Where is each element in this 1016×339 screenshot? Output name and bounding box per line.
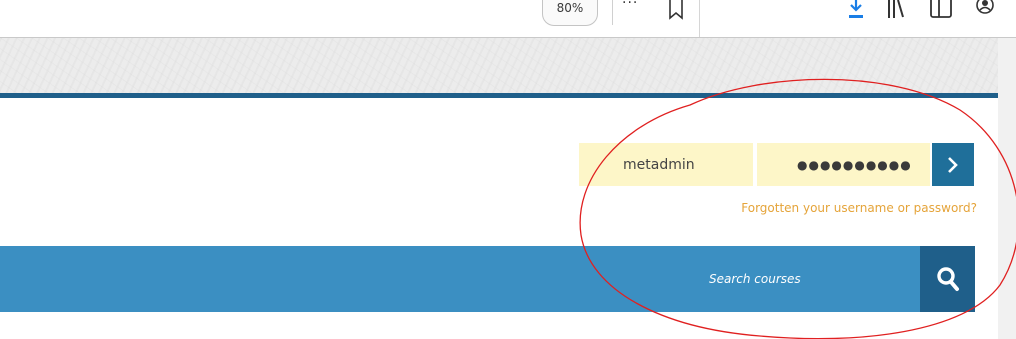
header-rule	[0, 93, 998, 98]
zoom-level-label: 80%	[556, 1, 584, 15]
search-bar	[0, 246, 975, 312]
account-icon[interactable]	[975, 0, 995, 20]
download-icon[interactable]	[848, 0, 864, 20]
zoom-level-button[interactable]: 80%	[542, 0, 598, 26]
star-icon[interactable]	[668, 0, 684, 20]
search-button[interactable]	[920, 246, 975, 312]
page-actions-button[interactable]: ···	[622, 0, 648, 10]
forgot-password-link[interactable]: Forgotten your username or password?	[699, 201, 977, 215]
sidebar-icon[interactable]	[930, 0, 952, 20]
toolbar-separator	[612, 0, 613, 25]
search-icon	[937, 267, 959, 291]
page: 80% ··· metadmin ●●●●●●●●●● Forgotten yo…	[0, 0, 1016, 339]
search-courses-input[interactable]	[560, 246, 920, 312]
toolbar-divider	[699, 0, 700, 37]
library-icon[interactable]	[887, 0, 905, 20]
site-header-band	[0, 38, 998, 93]
chevron-right-icon	[948, 157, 958, 173]
page-right-gutter	[998, 38, 1016, 339]
username-field[interactable]	[579, 143, 753, 186]
password-field[interactable]	[757, 143, 930, 186]
login-submit-button[interactable]	[932, 143, 974, 186]
browser-toolbar: 80% ···	[0, 0, 1016, 38]
